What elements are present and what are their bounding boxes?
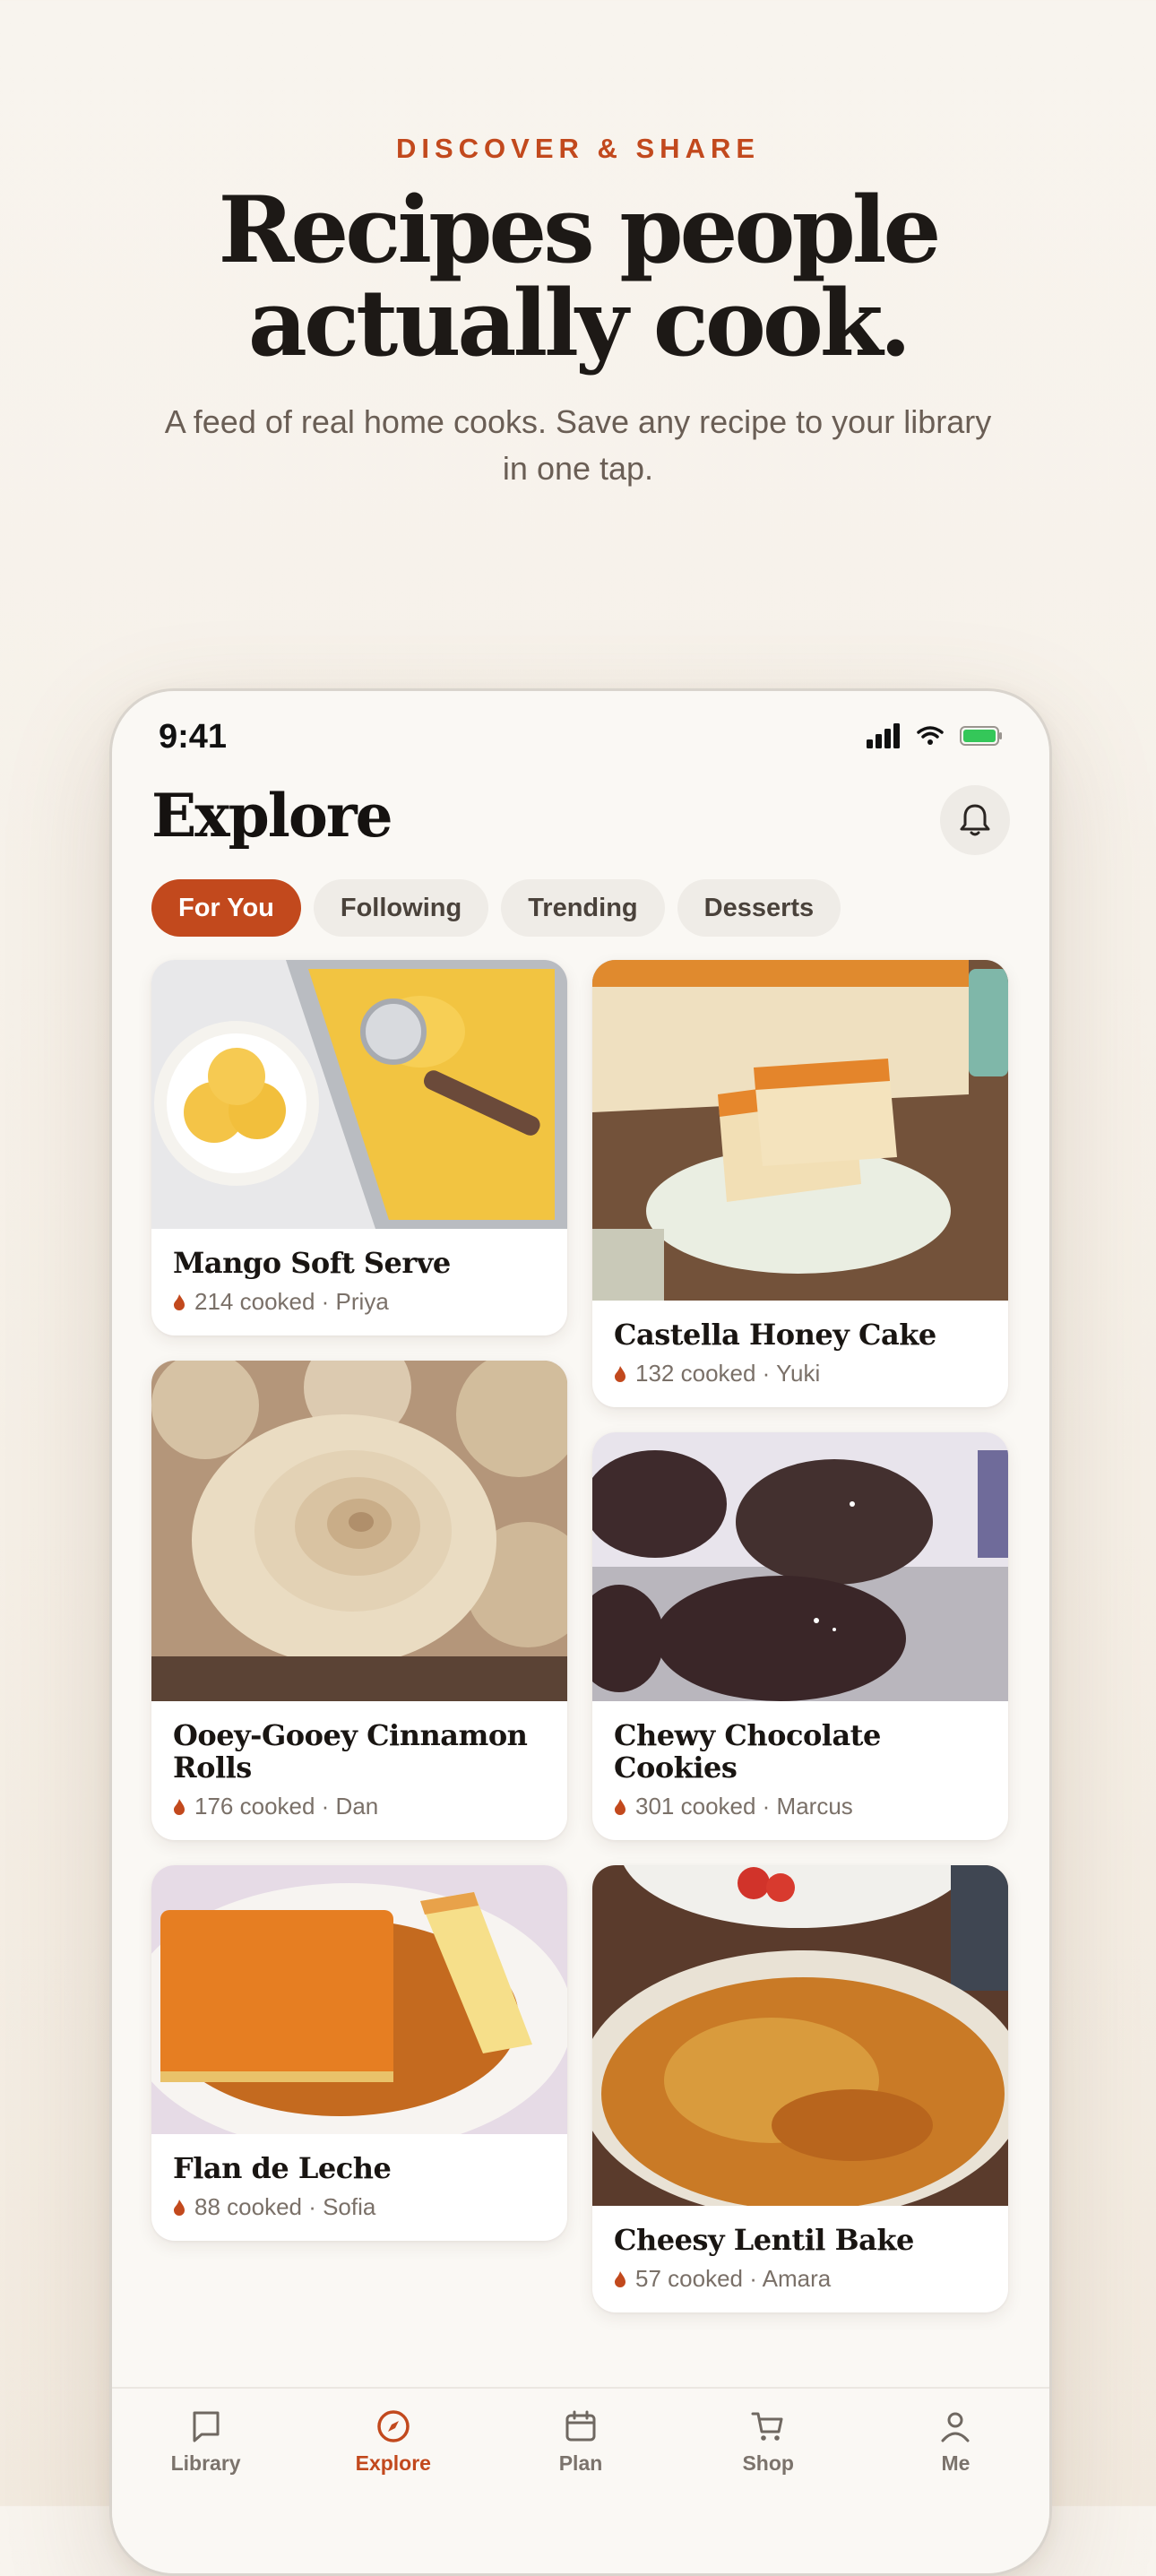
recipe-meta: 176 cooked · Dan [173, 1793, 546, 1820]
flame-icon [174, 2199, 185, 2216]
headline: Recipes people actually cook. [0, 184, 1156, 370]
flame-icon [615, 1798, 625, 1815]
recipe-stats: 176 cooked · Dan [194, 1793, 379, 1820]
chip-for-you[interactable]: For You [151, 879, 301, 937]
signal-icon [867, 723, 900, 748]
recipe-photo [151, 1361, 567, 1701]
battery-icon [960, 726, 1002, 746]
recipe-card-cheesy-lentil-bake[interactable]: Cheesy Lentil Bake 57 cooked · Amara [592, 1865, 1008, 2312]
recipe-meta: 132 cooked · Yuki [614, 1360, 987, 1387]
recipe-title: Ooey-Gooey Cinnamon Rolls [173, 1718, 528, 1785]
recipe-title: Cheesy Lentil Bake [614, 2223, 914, 2257]
recipe-title: Flan de Leche [173, 2151, 392, 2185]
recipe-meta: 88 cooked · Sofia [173, 2193, 546, 2221]
headline-line-2: actually cook. [247, 270, 911, 377]
recipe-stats: 301 cooked · Marcus [635, 1793, 853, 1820]
tab-label: Library [170, 2451, 241, 2475]
tab-label: Me [941, 2451, 971, 2475]
recipe-photo [592, 960, 1008, 1301]
recipe-meta: 301 cooked · Marcus [614, 1793, 987, 1820]
recipe-card-flan-de-leche[interactable]: Flan de Leche 88 cooked · Sofia [151, 1865, 567, 2241]
recipe-card-mango-soft-serve[interactable]: Mango Soft Serve 214 cooked · Priya [151, 960, 567, 1336]
recipe-stats: 132 cooked · Yuki [635, 1360, 821, 1387]
recipe-meta: 214 cooked · Priya [173, 1288, 546, 1316]
chip-trending[interactable]: Trending [501, 879, 665, 937]
recipe-meta: 57 cooked · Amara [614, 2265, 987, 2293]
cart-icon [751, 2412, 783, 2441]
flame-icon [174, 1293, 185, 1310]
flame-icon [174, 1798, 185, 1815]
feed-column-left: Mango Soft Serve 214 cooked · Priya Ooey… [151, 960, 567, 2266]
phone-frame: 9:41 Explore For You Following Trending … [109, 688, 1052, 2576]
person-icon [941, 2412, 970, 2442]
headline-line-1: Recipes people [218, 177, 942, 284]
recipe-card-cinnamon-rolls[interactable]: Ooey-Gooey Cinnamon Rolls 176 cooked · D… [151, 1361, 567, 1840]
feed-column-right: Castella Honey Cake 132 cooked · Yuki Ch… [592, 960, 1008, 2338]
compass-icon [377, 2410, 410, 2442]
chip-desserts[interactable]: Desserts [677, 879, 841, 937]
recipe-stats: 214 cooked · Priya [194, 1288, 389, 1315]
recipe-photo [592, 1865, 1008, 2206]
tab-shop[interactable]: Shop [675, 2389, 862, 2573]
status-time: 9:41 [159, 718, 228, 756]
tab-label: Explore [355, 2451, 431, 2475]
recipe-card-chocolate-cookies[interactable]: Chewy Chocolate Cookies 301 cooked · Mar… [592, 1432, 1008, 1840]
tab-plan[interactable]: Plan [487, 2389, 674, 2573]
recipe-photo [592, 1432, 1008, 1701]
recipe-photo [151, 1865, 567, 2134]
subhead: A feed of real home cooks. Save any reci… [164, 403, 992, 487]
tab-bar: Library Explore Plan Shop Me [112, 2387, 1049, 2573]
calendar-icon [565, 2410, 596, 2442]
recipe-photo [151, 960, 567, 1229]
wifi-icon [917, 726, 944, 745]
recipe-stats: 57 cooked · Amara [635, 2265, 832, 2292]
flame-icon [615, 1365, 625, 1382]
tab-label: Shop [742, 2451, 794, 2475]
tab-me[interactable]: Me [862, 2389, 1049, 2573]
page-title: Explore [151, 781, 393, 851]
tab-label: Plan [558, 2451, 603, 2475]
tab-explore[interactable]: Explore [299, 2389, 487, 2573]
recipe-title: Mango Soft Serve [173, 1246, 451, 1280]
recipe-stats: 88 cooked · Sofia [194, 2193, 376, 2220]
flame-icon [615, 2270, 625, 2287]
recipe-title: Chewy Chocolate Cookies [614, 1718, 881, 1785]
filter-chips: For You Following Trending Desserts [151, 879, 841, 937]
status-icons [867, 723, 1003, 748]
book-icon [193, 2411, 220, 2442]
eyebrow-label: DISCOVER & SHARE [395, 133, 761, 164]
recipe-card-castella-honey-cake[interactable]: Castella Honey Cake 132 cooked · Yuki [592, 960, 1008, 1407]
tab-library[interactable]: Library [112, 2389, 299, 2573]
chip-following[interactable]: Following [313, 879, 489, 937]
recipe-title: Castella Honey Cake [614, 1318, 936, 1352]
bell-icon [960, 804, 990, 836]
notifications-button[interactable] [940, 785, 1010, 855]
